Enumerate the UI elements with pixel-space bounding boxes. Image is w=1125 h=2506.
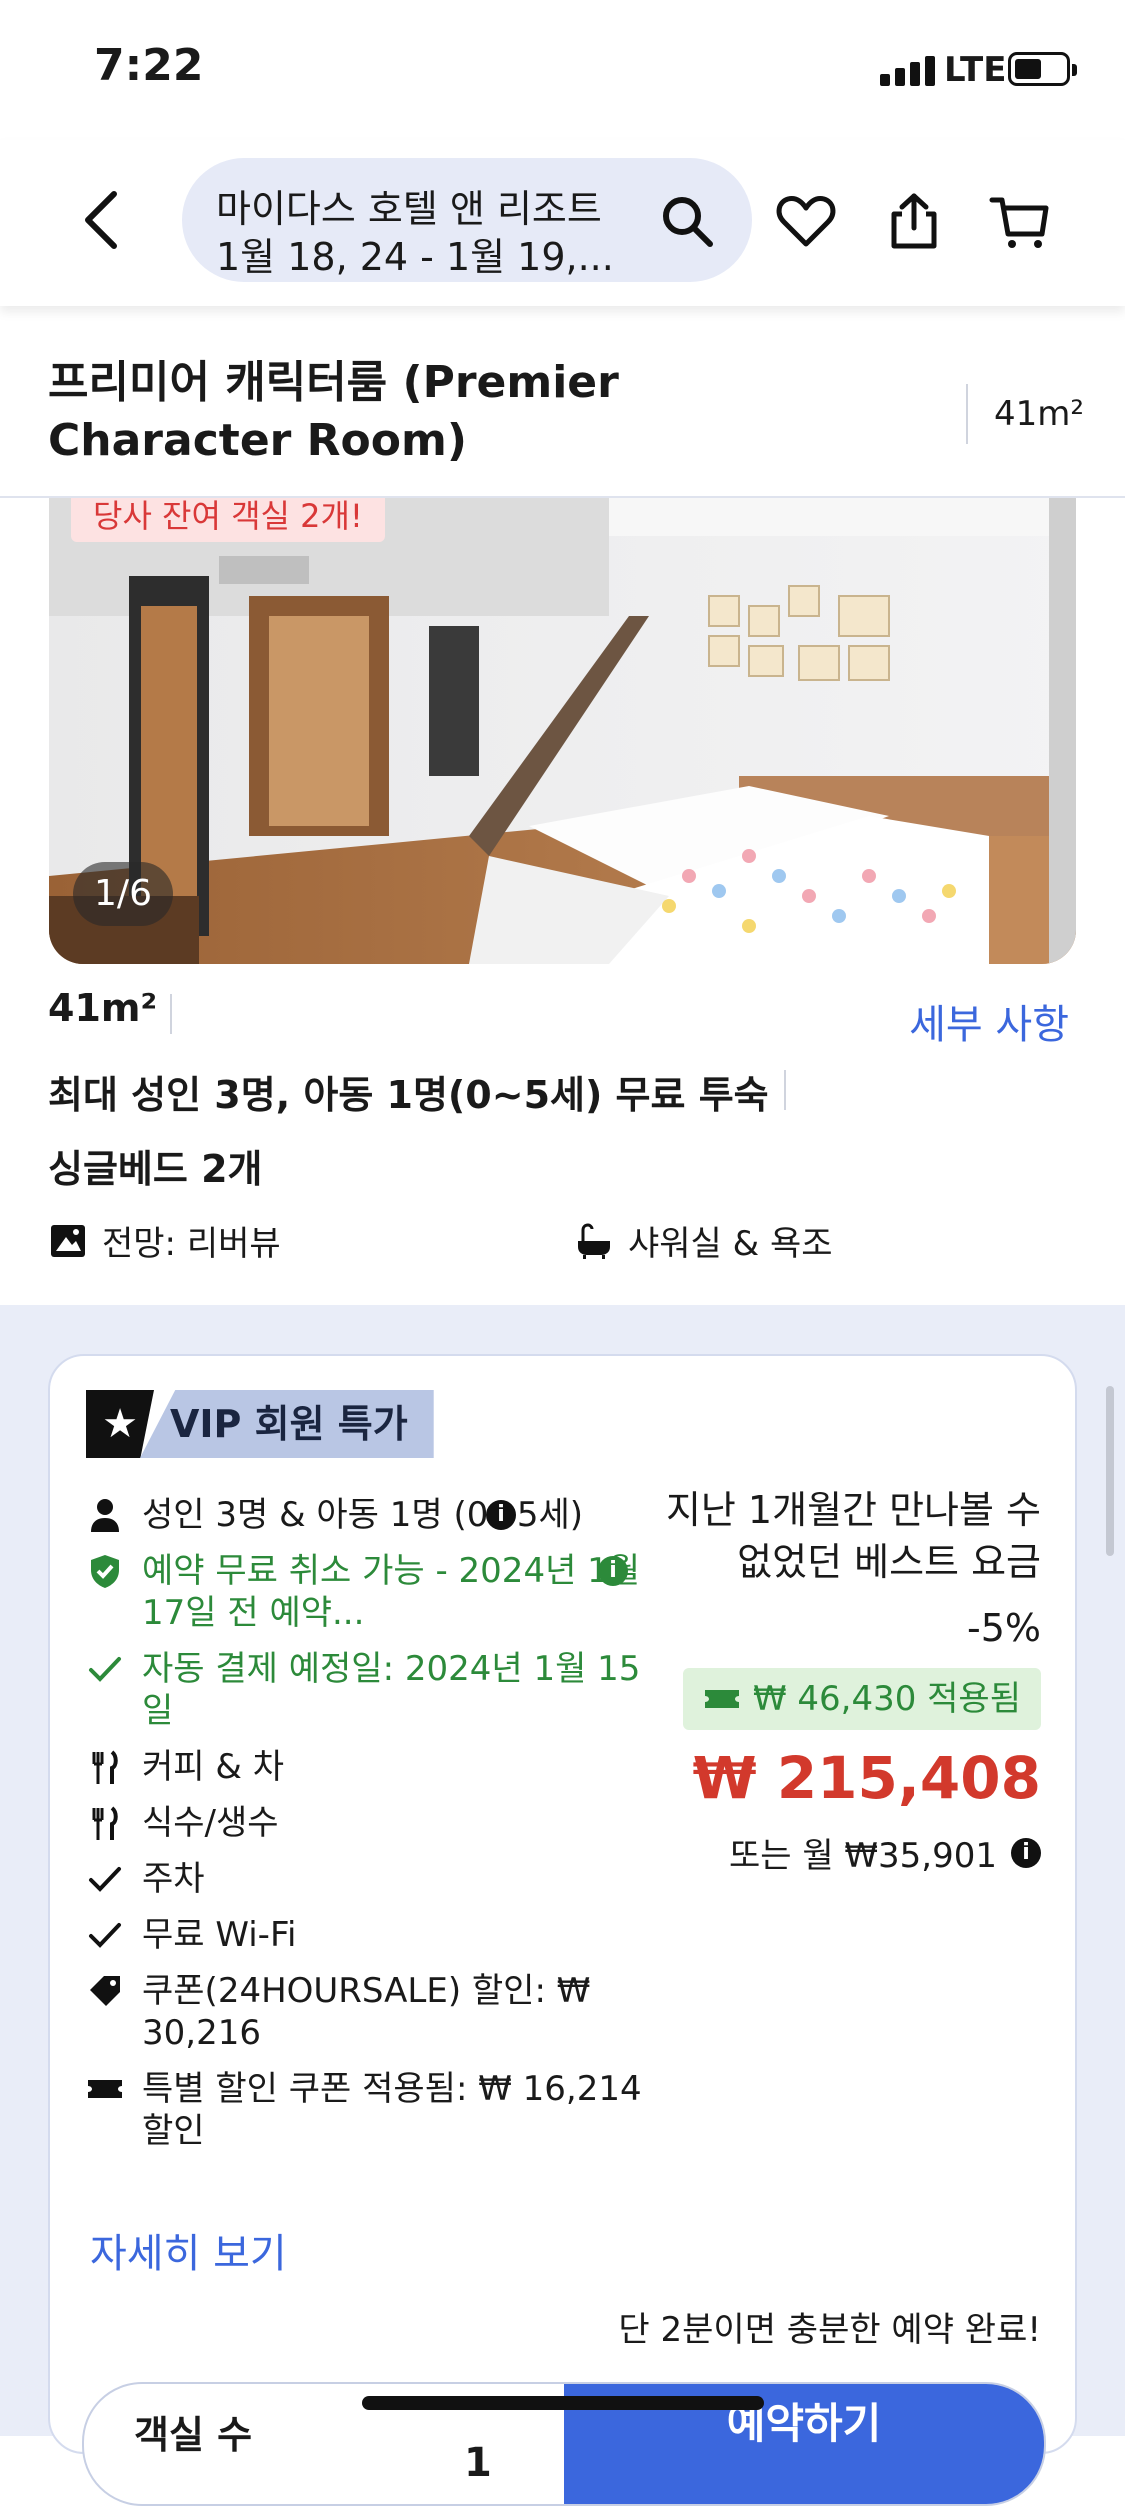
room-photo-image	[49, 496, 1076, 964]
status-bar: 7:22 LTE	[0, 0, 1125, 140]
rooms-count-value[interactable]: 1	[464, 2440, 492, 2486]
home-indicator[interactable]	[362, 2396, 764, 2410]
discount-percent: -5%	[967, 1606, 1041, 1650]
status-time: 7:22	[94, 40, 204, 91]
list-item: 무료 Wi-Fi	[86, 1914, 646, 1956]
scrollbar[interactable]	[1106, 1386, 1114, 1556]
network-type: LTE	[944, 50, 1007, 90]
share-icon[interactable]	[882, 190, 946, 254]
benefit-text: 커피 & 차	[142, 1747, 284, 1787]
fork-knife-icon	[92, 1806, 118, 1840]
feature-bath-label: 샤워실 & 욕조	[628, 1224, 833, 1264]
view-icon	[51, 1224, 85, 1257]
signal-icon	[880, 54, 936, 86]
info-icon[interactable]: i	[486, 1500, 516, 1530]
best-rate-note: 지난 1개월간 만나볼 수 없었던 베스트 요금	[665, 1488, 1041, 1584]
heart-icon[interactable]	[774, 190, 838, 254]
hotel-name: 마이다스 호텔 앤 리조트	[216, 187, 602, 231]
monthly-price: 또는 월 ₩35,901 i	[729, 1828, 1041, 1877]
booking-time-note: 단 2분이면 충분한 예약 완료!	[618, 2310, 1041, 2350]
feature-view-label: 전망: 리버뷰	[102, 1224, 281, 1264]
check-icon	[89, 1867, 121, 1892]
guests-text: 성인 3명 & 아동 1명 (0~5세)	[142, 1495, 584, 1535]
star-icon: ★	[86, 1390, 154, 1458]
search-summary[interactable]: 마이다스 호텔 앤 리조트 1월 18, 24 - 1월 19,...	[182, 158, 752, 282]
person-icon	[91, 1499, 119, 1532]
list-item: 성인 3명 & 아동 1명 (0~5세) i	[86, 1494, 646, 1536]
list-item: 쿠폰(24HOURSALE) 할인: ₩ 30,216	[86, 1970, 646, 2054]
check-icon	[89, 1657, 121, 1682]
tag-icon	[90, 1976, 120, 2006]
offer-benefits: 성인 3명 & 아동 1명 (0~5세) i 예약 무료 취소 가능 - 202…	[86, 1494, 646, 2166]
list-item: 특별 할인 쿠폰 적용됨: ₩ 16,214 할인	[86, 2068, 646, 2152]
feature-view: 전망: 리버뷰	[48, 1216, 281, 1265]
coupon-applied-text: ₩ 46,430 적용됨	[752, 1679, 1021, 1719]
see-more-link[interactable]: 자세히 보기	[90, 2221, 287, 2279]
fork-knife-icon	[92, 1750, 118, 1784]
room-header: 프리미어 캐릭터룸 (Premier Character Room) 41m²	[0, 306, 1125, 498]
total-price: ₩ 215,408	[692, 1744, 1041, 1812]
back-icon[interactable]	[72, 180, 132, 260]
stay-dates: 1월 18, 24 - 1월 19,...	[216, 235, 614, 279]
ticket-icon	[88, 2080, 122, 2098]
list-item: 식수/생수	[86, 1802, 646, 1844]
offer-card: ★ VIP 회원 특가 성인 3명 & 아동 1명 (0~5세) i 예약 무료…	[48, 1354, 1077, 2506]
benefit-text: 식수/생수	[142, 1803, 279, 1843]
room-title: 프리미어 캐릭터룸 (Premier Character Room)	[48, 357, 619, 466]
benefit-text: 무료 Wi-Fi	[142, 1915, 297, 1955]
auto-pay-text: 자동 결제 예정일: 2024년 1월 15일	[142, 1649, 641, 1731]
coupon-applied-chip: ₩ 46,430 적용됨	[682, 1668, 1041, 1730]
bathtub-icon	[578, 1222, 610, 1259]
info-icon[interactable]: i	[1011, 1837, 1041, 1868]
occupancy-text: 최대 성인 3명, 아동 1명(0~5세) 무료 투숙	[48, 1073, 769, 1117]
rooms-left-badge: 당사 잔여 객실 2개!	[71, 496, 385, 542]
list-item: 주차	[86, 1858, 646, 1900]
bed-info: 싱글베드 2개	[48, 1147, 263, 1191]
shield-check-icon	[91, 1555, 119, 1588]
benefit-text: 주차	[142, 1859, 205, 1899]
cart-icon[interactable]	[988, 190, 1052, 254]
room-size-header: 41m²	[994, 394, 1085, 434]
room-size: 41m²	[48, 986, 158, 1030]
free-cancel-text: 예약 무료 취소 가능 - 2024년 1월 17일 전 예약...	[142, 1551, 641, 1633]
divider	[784, 1070, 786, 1110]
monthly-price-text: 또는 월 ₩35,901	[728, 1836, 997, 1876]
battery-icon	[1008, 52, 1077, 86]
coupon-text: 쿠폰(24HOURSALE) 할인: ₩ 30,216	[142, 1971, 591, 2053]
rooms-count-label: 객실 수	[134, 2413, 253, 2457]
divider	[966, 384, 968, 444]
list-item: 예약 무료 취소 가능 - 2024년 1월 17일 전 예약... i	[86, 1550, 646, 1634]
vip-badge: ★ VIP 회원 특가	[86, 1390, 434, 1458]
divider	[170, 994, 172, 1034]
list-item: 커피 & 차	[86, 1746, 646, 1788]
top-nav: 마이다스 호텔 앤 리조트 1월 18, 24 - 1월 19,...	[0, 140, 1125, 306]
search-icon[interactable]	[658, 192, 718, 252]
room-photo[interactable]: 당사 잔여 객실 2개! 1/6	[49, 496, 1076, 964]
details-link[interactable]: 세부 사항	[909, 992, 1069, 1050]
check-icon	[89, 1923, 121, 1948]
vip-label: VIP 회원 특가	[140, 1390, 434, 1458]
photo-counter: 1/6	[73, 862, 173, 926]
list-item: 자동 결제 예정일: 2024년 1월 15일	[86, 1648, 646, 1732]
ticket-icon	[704, 1690, 739, 1708]
special-coupon-text: 특별 할인 쿠폰 적용됨: ₩ 16,214 할인	[142, 2069, 642, 2151]
feature-bath: 샤워실 & 욕조	[574, 1216, 833, 1265]
